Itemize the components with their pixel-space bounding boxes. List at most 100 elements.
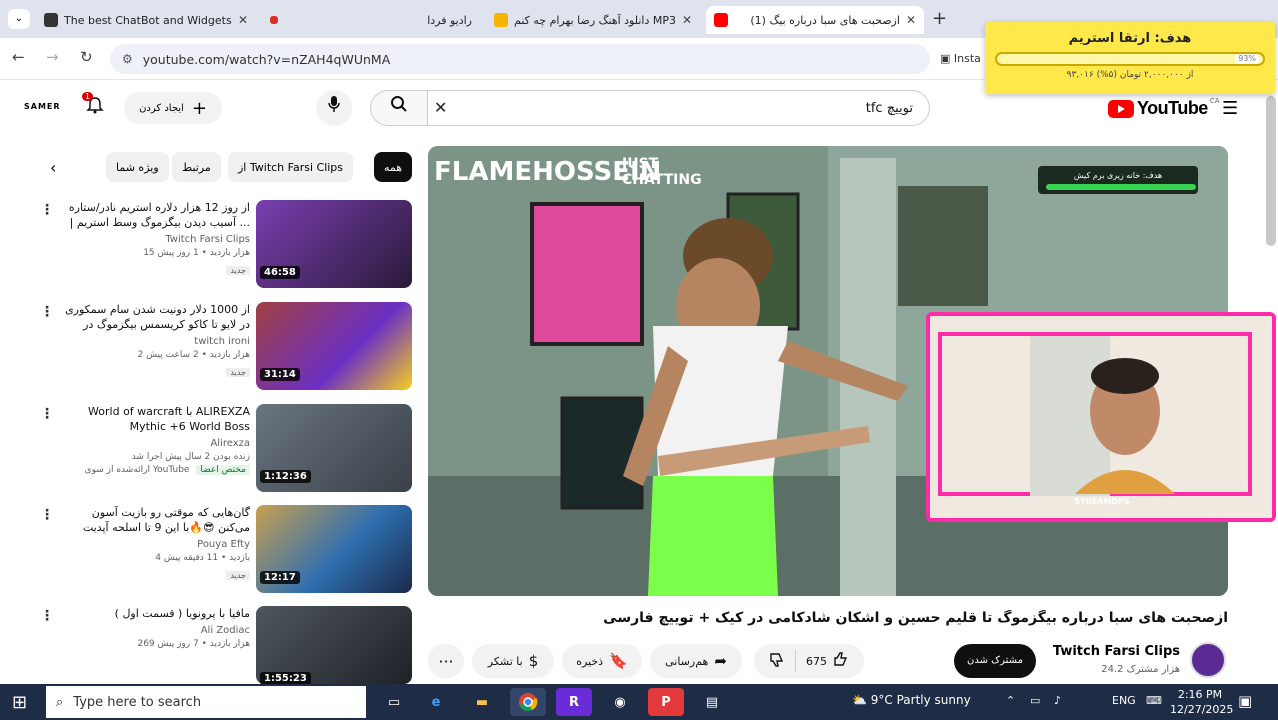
more-options-icon[interactable]: ⋮ — [40, 608, 54, 624]
p-app-icon[interactable]: P — [648, 688, 684, 716]
install-extension-button[interactable]: ▣ Insta — [940, 52, 981, 65]
search-button[interactable] — [370, 90, 428, 126]
chevron-left-icon[interactable]: ‹ — [50, 158, 56, 177]
close-tab-icon[interactable]: ✕ — [238, 13, 248, 27]
device-icon[interactable]: ▤ — [694, 688, 730, 716]
duration-badge: 31:14 — [260, 368, 300, 381]
taskbar-search-input[interactable]: ⌕ Type here to search — [46, 686, 366, 718]
channel-name[interactable]: Twitch Farsi Clips — [60, 234, 250, 245]
page-scrollbar[interactable] — [1266, 96, 1276, 246]
channel-name[interactable]: Ali Zodiac — [60, 625, 250, 636]
chevron-up-icon[interactable]: ⌃ — [1006, 694, 1015, 707]
close-tab-icon[interactable]: ✕ — [682, 13, 692, 27]
system-clock[interactable]: 2:16 PM 12/27/2025 — [1170, 687, 1233, 717]
subscribe-button[interactable]: مشترک شدن — [954, 644, 1036, 678]
microphone-icon — [328, 96, 340, 112]
like-count: 675 — [806, 654, 827, 668]
subscriber-count: 24.2 هزار مشترک — [1101, 664, 1180, 675]
category-overlay-line-2: CHATTING — [622, 172, 702, 188]
task-view-icon[interactable]: ▭ — [376, 688, 412, 716]
youtube-logo[interactable]: YouTube CA — [1108, 97, 1220, 119]
video-title[interactable]: مافیا با پرونویا ( قسمت اول ) — [60, 606, 250, 621]
r-app-icon[interactable]: R — [556, 688, 592, 716]
forward-arrow-icon[interactable]: → — [46, 48, 59, 66]
url-input[interactable]: ⚙ youtube.com/watch?v=nZAH4qWUnMA — [110, 44, 930, 74]
tab-search-icon[interactable]: ⌄ — [8, 9, 30, 29]
related-video-0[interactable]: 46:58 ⋮ از روز 12 هزار دلاره استریم نادر… — [40, 200, 415, 294]
share-button[interactable]: هم‌رسانی ➦ — [650, 644, 742, 678]
create-button[interactable]: ایجاد کردن + — [124, 92, 222, 124]
reload-icon[interactable]: ↻ — [80, 48, 93, 66]
chip-from-channel[interactable]: از Twitch Farsi Clips — [228, 152, 354, 182]
video-title[interactable]: از 1000 دلار دونیت شدن سام سمکوری در لای… — [60, 302, 250, 332]
obs-icon[interactable]: ◉ — [602, 688, 638, 716]
save-label: ذخیره — [576, 654, 604, 668]
windows-taskbar: ⊞ ⌕ Type here to search ▭ e ▬ R ◉ P ▤ ⛅ … — [0, 684, 1278, 720]
notifications-button[interactable]: 1 — [82, 92, 104, 118]
chip-related[interactable]: مرتبط — [172, 152, 221, 182]
chrome-icon[interactable] — [510, 688, 546, 716]
volume-icon[interactable]: ♪ — [1054, 694, 1061, 707]
dislike-button[interactable] — [769, 652, 785, 671]
channel-name[interactable]: Alirexza — [60, 438, 250, 449]
account-avatar[interactable]: SAMER — [24, 102, 61, 111]
close-tab-icon[interactable]: ✕ — [906, 13, 916, 27]
keyboard-icon[interactable]: ⌨ — [1146, 694, 1162, 707]
site-info-icon[interactable]: ⚙ — [122, 52, 133, 66]
related-video-4[interactable]: 1:55:23 ⋮ مافیا با پرونویا ( قسمت اول ) … — [40, 606, 415, 685]
language-indicator[interactable]: ENG — [1112, 694, 1136, 707]
notification-center-icon[interactable]: ▣ — [1238, 692, 1252, 710]
menu-icon[interactable]: ☰ — [1222, 98, 1238, 119]
save-button[interactable]: ذخیره 🔖 — [562, 644, 642, 678]
plus-icon: + — [191, 97, 207, 119]
search-icon — [391, 96, 407, 112]
channel-name[interactable]: Pouya Efty — [60, 539, 250, 550]
back-arrow-icon[interactable]: ← — [12, 48, 25, 66]
share-label: هم‌رسانی — [665, 654, 709, 668]
new-badge: جدید — [226, 266, 250, 275]
clear-search-icon[interactable]: ✕ — [434, 98, 447, 117]
channel-name[interactable]: twitch ironi — [60, 336, 250, 347]
search-icon: ⌕ — [56, 694, 64, 710]
more-options-icon[interactable]: ⋮ — [40, 507, 54, 523]
video-meta: 4 بازدید • 11 دقیقه پیش — [155, 553, 250, 563]
voice-search-button[interactable] — [316, 90, 352, 126]
weather-widget[interactable]: ⛅ 9°C Partly sunny — [852, 693, 971, 707]
windows-start-icon[interactable]: ⊞ — [12, 692, 27, 713]
thanks-label: با تشکر — [487, 654, 523, 668]
extension-label: Insta — [953, 52, 981, 65]
browser-tab-1[interactable]: رادیو فردا — [262, 6, 480, 34]
browser-tab-2[interactable]: دانلود آهنگ رضا بهرام چه کنم MP3 ✕ — [486, 6, 700, 34]
chip-all[interactable]: همه — [374, 152, 413, 182]
thanks-button[interactable]: با تشکر $ — [472, 644, 554, 678]
chrome-logo — [519, 693, 538, 711]
tab-title: (1) ازصحبت های سبا درباره بیگ — [750, 13, 900, 27]
file-explorer-icon[interactable]: ▬ — [464, 688, 500, 716]
like-button[interactable] — [833, 651, 849, 671]
video-title[interactable]: World of warcraft با ALIREXZA Mythic +6 … — [60, 404, 250, 434]
taskbar-search-placeholder: Type here to search — [73, 694, 202, 710]
weather-text: 9°C Partly sunny — [870, 693, 971, 707]
network-icon[interactable]: ▭ — [1030, 694, 1040, 707]
channel-avatar[interactable] — [1190, 642, 1226, 678]
more-actions-button[interactable]: ··· — [428, 644, 464, 678]
video-title[interactable]: از روز 12 هزار دلاره استریم نادر/ستاره .… — [60, 200, 250, 230]
more-options-icon[interactable]: ⋮ — [40, 406, 54, 422]
like-dislike-group: 675 — [754, 644, 864, 678]
video-title[interactable]: گان‌هایی که موقتی رو بازیت آسون می‌کنن 😎… — [60, 505, 250, 535]
edge-icon[interactable]: e — [418, 688, 454, 716]
new-tab-button[interactable]: + — [932, 8, 947, 29]
create-label: ایجاد کردن — [139, 102, 184, 114]
related-video-2[interactable]: 1:12:36 ⋮ World of warcraft با ALIREXZA … — [40, 404, 415, 498]
channel-name-main[interactable]: Twitch Farsi Clips — [1040, 644, 1180, 659]
search-input[interactable]: tfc توییچ — [428, 90, 930, 126]
browser-tab-3-active[interactable]: (1) ازصحبت های سبا درباره بیگ ✕ — [706, 6, 924, 34]
related-video-1[interactable]: 31:14 ⋮ از 1000 دلار دونیت شدن سام سمکور… — [40, 302, 415, 396]
related-video-3[interactable]: 12:17 ⋮ گان‌هایی که موقتی رو بازیت آسون … — [40, 505, 415, 599]
thumbs-up-icon — [834, 652, 848, 666]
more-options-icon[interactable]: ⋮ — [40, 202, 54, 218]
browser-tab-0[interactable]: The best ChatBot and Widgets ✕ — [36, 6, 256, 34]
chip-for-you[interactable]: ویژه شما — [106, 152, 169, 182]
more-options-icon[interactable]: ⋮ — [40, 304, 54, 320]
donation-title: هدف: ارتقا استریم — [1068, 31, 1192, 46]
